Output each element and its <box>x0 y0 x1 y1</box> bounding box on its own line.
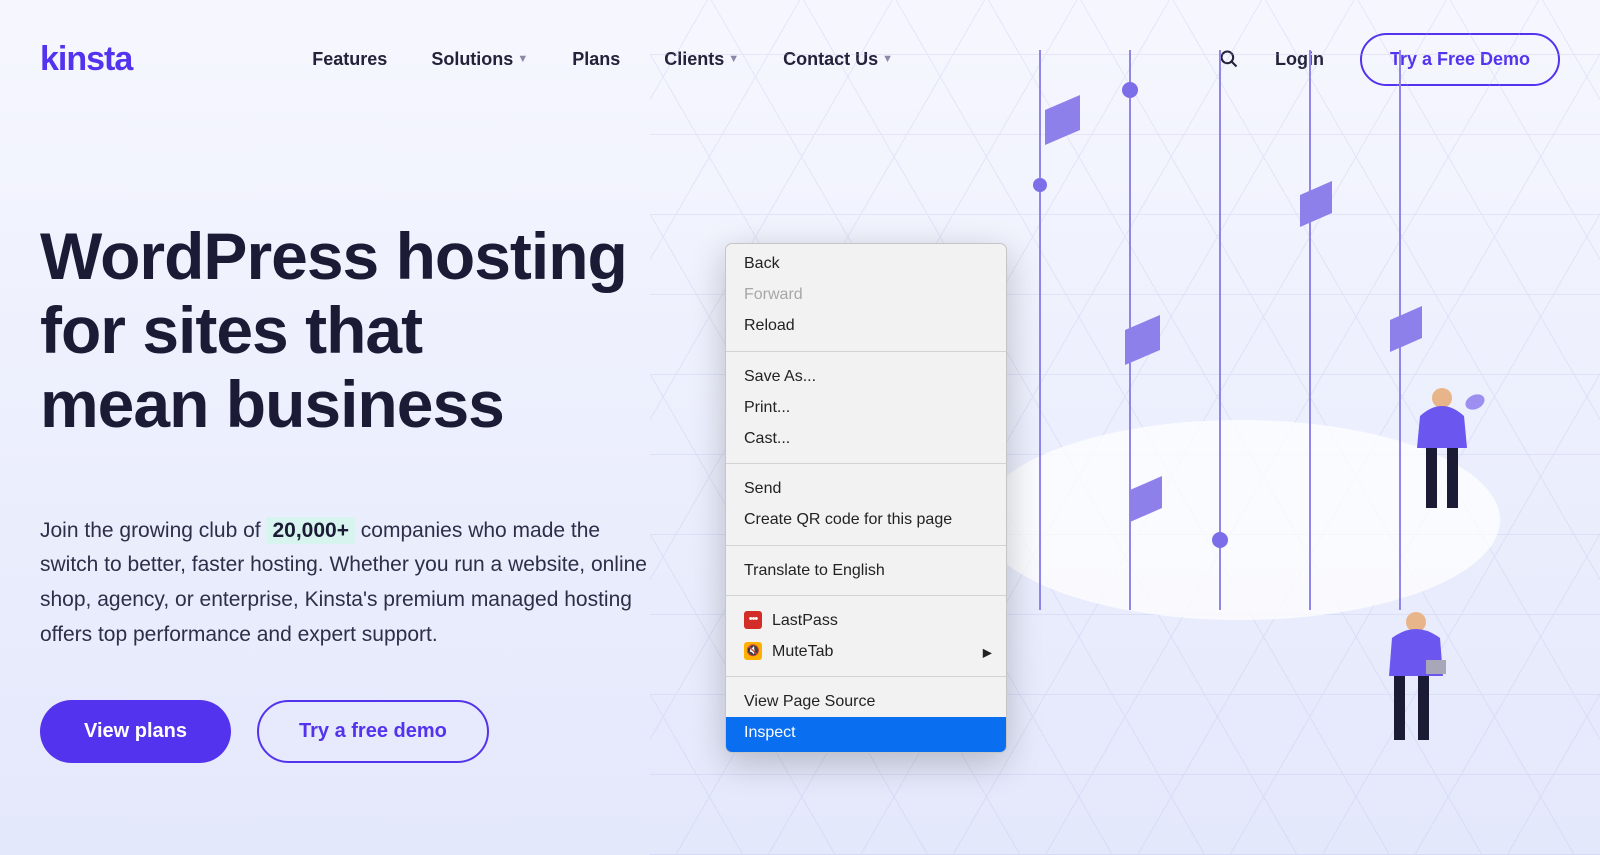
submenu-arrow-icon: ▶ <box>983 645 992 662</box>
hero-subtitle: Join the growing club of 20,000+ compani… <box>40 514 660 653</box>
nav-clients[interactable]: Clients▼ <box>664 49 739 70</box>
ctx-mutetab[interactable]: 🔇 MuteTab ▶ <box>726 636 1006 671</box>
brand-logo[interactable]: kinsta <box>40 40 132 79</box>
nav-contact[interactable]: Contact Us▼ <box>783 49 893 70</box>
ctx-cast[interactable]: Cast... <box>726 423 1006 458</box>
nav-plans[interactable]: Plans <box>572 49 620 70</box>
try-free-demo-button[interactable]: Try a free demo <box>257 700 489 763</box>
ctx-separator <box>726 676 1006 677</box>
ctx-separator <box>726 595 1006 596</box>
chevron-down-icon: ▼ <box>882 53 893 65</box>
ctx-print[interactable]: Print... <box>726 392 1006 423</box>
chevron-down-icon: ▼ <box>728 53 739 65</box>
nav-solutions[interactable]: Solutions▼ <box>431 49 528 70</box>
search-icon[interactable] <box>1219 49 1239 69</box>
ctx-separator <box>726 463 1006 464</box>
login-link[interactable]: Login <box>1275 49 1324 70</box>
view-plans-button[interactable]: View plans <box>40 700 231 763</box>
ctx-inspect[interactable]: Inspect <box>726 717 1006 752</box>
chevron-down-icon: ▼ <box>517 53 528 65</box>
lastpass-icon: ••• <box>744 611 762 629</box>
ctx-save-as[interactable]: Save As... <box>726 357 1006 392</box>
browser-context-menu: Back Forward Reload Save As... Print... … <box>725 243 1007 753</box>
mutetab-icon: 🔇 <box>744 642 762 660</box>
hero-section: WordPress hosting for sites that mean bu… <box>0 90 720 763</box>
ctx-view-source[interactable]: View Page Source <box>726 682 1006 717</box>
cta-row: View plans Try a free demo <box>40 700 720 763</box>
ctx-separator <box>726 545 1006 546</box>
ctx-send[interactable]: Send <box>726 469 1006 504</box>
ctx-create-qr[interactable]: Create QR code for this page <box>726 504 1006 539</box>
ctx-separator <box>726 351 1006 352</box>
page-title: WordPress hosting for sites that mean bu… <box>40 220 720 442</box>
ctx-lastpass[interactable]: ••• LastPass <box>726 601 1006 636</box>
main-nav: Features Solutions▼ Plans Clients▼ Conta… <box>312 49 893 70</box>
header-right: Login Try a Free Demo <box>1219 33 1560 86</box>
ctx-back[interactable]: Back <box>726 244 1006 279</box>
ctx-translate[interactable]: Translate to English <box>726 551 1006 590</box>
try-demo-button[interactable]: Try a Free Demo <box>1360 33 1560 86</box>
company-count-badge: 20,000+ <box>266 517 355 544</box>
ctx-reload[interactable]: Reload <box>726 310 1006 345</box>
nav-features[interactable]: Features <box>312 49 387 70</box>
ctx-forward: Forward <box>726 279 1006 310</box>
site-header: kinsta Features Solutions▼ Plans Clients… <box>0 0 1600 90</box>
